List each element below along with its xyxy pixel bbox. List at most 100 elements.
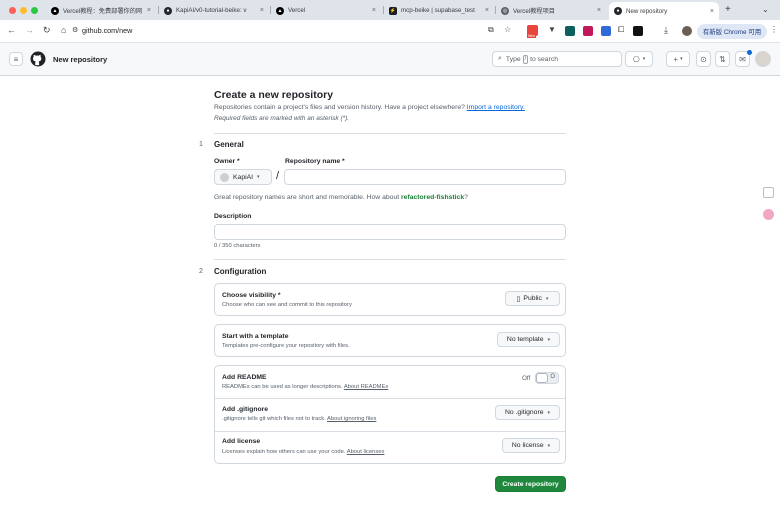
download-icon[interactable]: ⤓: [664, 25, 668, 36]
forward-icon[interactable]: →: [25, 25, 34, 35]
back-icon[interactable]: ←: [7, 25, 16, 35]
row-divider: [215, 431, 565, 432]
template-dropdown[interactable]: No template ▾: [497, 332, 560, 347]
chevron-down-icon: ▾: [547, 336, 551, 343]
plus-icon: +: [673, 54, 679, 64]
github-icon: ●: [164, 6, 172, 15]
import-repository-link[interactable]: Import a repository.: [467, 104, 525, 111]
profile-avatar[interactable]: [682, 26, 692, 36]
browser-tab[interactable]: ▲ Vercel教程：免费部署你的网 ×: [46, 3, 156, 18]
chevron-down-icon: ▾: [642, 56, 646, 62]
extension-icon[interactable]: [565, 26, 575, 36]
license-dropdown[interactable]: No license ▾: [502, 438, 560, 453]
close-tab-icon[interactable]: ×: [147, 7, 151, 14]
readme-desc: READMEs can be used as longer descriptio…: [222, 384, 389, 390]
browser-tab-active[interactable]: ● New repository ×: [609, 2, 719, 20]
about-ignoring-files-link[interactable]: About ignoring files: [327, 416, 376, 422]
owner-label: Owner *: [214, 158, 240, 165]
gitignore-dropdown[interactable]: No .gitignore ▾: [495, 405, 560, 420]
home-icon[interactable]: ⌂: [61, 25, 66, 35]
repo-name-input[interactable]: [284, 169, 566, 185]
copilot-button[interactable]: ⎔ ▾: [625, 51, 653, 67]
close-tab-icon[interactable]: ×: [597, 7, 601, 14]
visibility-box: Choose visibility * Choose who can see a…: [214, 283, 566, 316]
template-desc: Templates pre-configure your repository …: [222, 343, 350, 349]
required-note: Required fields are marked with an aster…: [214, 115, 350, 122]
github-icon: ●: [614, 7, 622, 15]
update-chrome-button[interactable]: 有新版 Chrome 可用: [697, 24, 767, 39]
section-heading-configuration: Configuration: [214, 267, 267, 276]
close-tab-icon[interactable]: ×: [710, 8, 714, 15]
divider: [214, 259, 566, 260]
filter-icon[interactable]: ▼: [548, 25, 556, 34]
chevron-down-icon: ▾: [545, 295, 549, 302]
owner-repo-separator: /: [276, 170, 280, 182]
visibility-title: Choose visibility *: [222, 292, 281, 299]
create-new-button[interactable]: + ▾: [666, 51, 690, 67]
issues-icon[interactable]: ⊙: [696, 51, 711, 67]
owner-select[interactable]: KapiAI ▾: [214, 169, 272, 185]
toggle-knob: [536, 373, 548, 383]
extension-icon[interactable]: [633, 26, 643, 36]
repo-name-hint: Great repository names are short and mem…: [214, 194, 468, 201]
copilot-icon: ⎔: [632, 54, 640, 64]
assistant-widget-icon[interactable]: [763, 209, 774, 220]
globe-icon: ◎: [501, 6, 509, 15]
step-number: 1: [199, 141, 203, 148]
sidebar-widget-icon[interactable]: [763, 187, 774, 198]
browser-tab[interactable]: ▲ Vercel ×: [271, 3, 381, 18]
avatar[interactable]: [755, 51, 771, 67]
chevron-down-icon: ▾: [257, 174, 260, 180]
close-tab-icon[interactable]: ×: [372, 7, 376, 14]
site-settings-icon[interactable]: ⚙: [72, 26, 78, 34]
browser-tab[interactable]: ● KapiAI/v0-tutorial-beike: v ×: [159, 3, 269, 18]
cast-icon[interactable]: ⧉: [488, 25, 494, 35]
extension-icon[interactable]: [583, 26, 593, 36]
readme-toggle[interactable]: O: [535, 372, 559, 384]
create-repository-button[interactable]: Create repository: [495, 476, 566, 492]
license-title: Add license: [222, 438, 261, 445]
step-number: 2: [199, 268, 203, 275]
close-tab-icon[interactable]: ×: [485, 7, 489, 14]
puzzle-icon[interactable]: ⧠: [618, 25, 624, 35]
minimize-window-icon[interactable]: [20, 6, 27, 14]
about-readmes-link[interactable]: About READMEs: [344, 384, 388, 390]
browser-tab[interactable]: ⚡ mcp-beike | supabase_test ×: [384, 3, 494, 18]
readme-title: Add README: [222, 374, 267, 381]
github-logo-icon[interactable]: [30, 51, 46, 67]
address-bar[interactable]: github.com/new: [82, 26, 132, 35]
more-menu-icon[interactable]: ⋮: [770, 25, 778, 34]
github-header: ≡ New repository ⌕ Type / to search ⎔ ▾ +…: [0, 43, 780, 76]
close-window-icon[interactable]: [9, 6, 16, 14]
gitignore-desc: .gitignore tells git which files not to …: [222, 416, 377, 422]
chevron-down-icon: ▾: [547, 442, 551, 449]
owner-avatar: [220, 172, 229, 182]
hamburger-menu-icon[interactable]: ≡: [9, 52, 23, 66]
license-desc: Licenses explain how others can use your…: [222, 449, 385, 455]
section-heading-general: General: [214, 140, 244, 149]
pull-requests-icon[interactable]: ⇅: [715, 51, 730, 67]
name-suggestion[interactable]: refactored-fishstick: [401, 194, 464, 201]
maximize-window-icon[interactable]: [31, 6, 38, 14]
gitignore-title: Add .gitignore: [222, 406, 269, 413]
page-title: New repository: [53, 55, 108, 64]
form-subtitle: Repositories contain a project's files a…: [214, 104, 525, 111]
new-tab-icon[interactable]: +: [725, 4, 731, 15]
browser-tab[interactable]: ◎ Vercel教程项目 ×: [496, 3, 606, 18]
files-box: Add README READMEs can be used as longer…: [214, 365, 566, 464]
visibility-dropdown[interactable]: ▯ Public ▾: [505, 291, 560, 306]
visibility-desc: Choose who can see and commit to this re…: [222, 302, 352, 308]
close-tab-icon[interactable]: ×: [260, 7, 264, 14]
repo-icon: ▯: [516, 295, 521, 303]
reload-icon[interactable]: ↻: [43, 25, 51, 36]
description-input[interactable]: [214, 224, 566, 240]
about-licenses-link[interactable]: About licenses: [347, 449, 385, 455]
bookmark-star-icon[interactable]: ☆: [504, 25, 511, 34]
char-counter: 0 / 350 characters: [214, 243, 261, 249]
extension-icon[interactable]: [601, 26, 611, 36]
chevron-down-icon: ▾: [680, 56, 683, 62]
template-box: Start with a template Templates pre-conf…: [214, 324, 566, 357]
description-label: Description: [214, 213, 252, 220]
search-input[interactable]: ⌕ Type / to search: [492, 51, 622, 67]
chevron-down-icon[interactable]: ⌄: [762, 5, 769, 14]
